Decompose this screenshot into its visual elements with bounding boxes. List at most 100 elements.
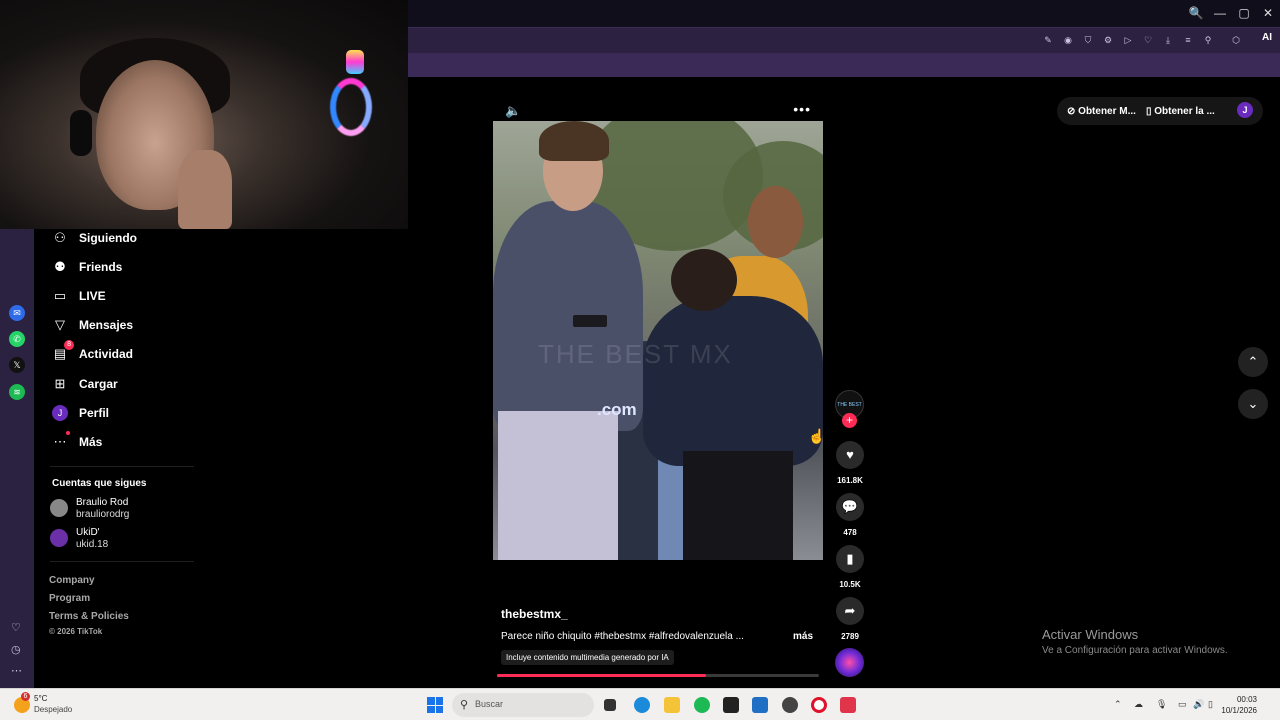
heart-icon[interactable]: ♡ [1142,34,1154,46]
close-button[interactable]: ✕ [1258,6,1278,20]
more-icon[interactable]: ⋯ [11,664,22,677]
nav-label: LIVE [79,289,106,303]
nav-label: Friends [79,260,123,274]
video-player[interactable]: .com THE BEST MX [493,121,823,560]
nav-activity[interactable]: ▤ 8 Actividad [52,340,134,365]
followed-account[interactable]: Braulio Rod brauliorodrg [50,497,129,521]
download-icon[interactable]: ⤓ [1162,34,1174,46]
chevron-up-icon[interactable]: ⌃ [1114,699,1122,710]
opera-sidebar: ✉ ✆ 𝕏 ≋ ♡ ◷ ⋯ [0,229,34,688]
follow-plus-button[interactable]: + [842,413,857,428]
comment-button[interactable]: 💬 [836,493,864,521]
watermark: THE BEST MX [538,339,733,369]
account-name: Braulio Rod [76,497,129,508]
clock-date[interactable]: 10/1/2026 [1221,706,1257,715]
bookmark-icon: ▮ [846,551,854,566]
task-view-icon[interactable] [604,699,616,711]
opera-icon[interactable] [811,697,827,713]
ai-button[interactable]: AI [1262,32,1272,43]
volume-icon[interactable]: 🔈 [505,103,521,119]
followed-account[interactable]: UkiD' ukid.18 [50,527,108,551]
headset [70,110,92,156]
search-placeholder: Buscar [475,699,504,709]
edge-icon[interactable] [634,697,650,713]
cube-icon[interactable]: ⬡ [1230,34,1242,46]
windows-taskbar: 6 5°C Despejado ⚲ Buscar ⌃ ☁ 🎙 ▭ 🔊 ▯ 00:… [0,688,1280,720]
get-app-label-1: Obtener M... [1078,105,1136,117]
get-app-label-2: Obtener la ... [1154,105,1215,117]
get-app-button-1[interactable]: ⊘ Obtener M... [1067,106,1136,117]
nav-messages[interactable]: ▽ Mensajes [52,314,133,336]
video-progress-bar[interactable] [497,674,819,677]
edit-icon[interactable]: ✎ [1042,34,1054,46]
like-button[interactable]: ♥ [836,441,864,469]
share-button[interactable]: ➦ [836,597,864,625]
app-icon[interactable] [840,697,856,713]
weather-badge: 6 [21,692,30,701]
person-head [748,186,803,258]
video-author[interactable]: thebestmx_ [501,607,568,621]
camera-icon[interactable]: ◉ [1062,34,1074,46]
save-button[interactable]: ▮ [836,545,864,573]
avatar[interactable]: J [1237,102,1253,118]
nav-upload[interactable]: ⊞ Cargar [52,373,118,395]
cloud-icon[interactable]: ☁ [1134,699,1143,710]
activity-badge: 8 [64,340,74,350]
next-video-button[interactable]: ⌄ [1238,389,1268,419]
clock-time[interactable]: 00:03 [1221,695,1257,704]
volume-icon[interactable]: 🔊 [1193,699,1204,710]
previous-video-button[interactable]: ⌃ [1238,347,1268,377]
comment-count: 478 [843,528,857,537]
avatar [50,529,68,547]
nav-label: Cargar [79,377,118,391]
music-disc-icon[interactable] [835,648,864,677]
shield-icon[interactable]: ⛉ [1082,34,1094,46]
taskbar-search[interactable]: ⚲ Buscar [452,693,594,717]
footer-link-program[interactable]: Program [49,593,90,604]
maximize-button[interactable]: ▢ [1234,6,1254,20]
microphone-icon[interactable]: 🎙 [1156,699,1167,710]
streamer-hand [178,150,232,229]
heart-icon[interactable]: ♡ [11,621,21,634]
account-name: UkiD' [76,527,100,538]
ai-content-label: Incluye contenido multimedia generado po… [501,650,674,665]
spotify-icon[interactable]: ≋ [9,384,25,400]
extensions-icon[interactable]: ⚙ [1102,34,1114,46]
obs-icon[interactable] [782,697,798,713]
nav-live[interactable]: ▭ LIVE [52,285,106,307]
share-count: 2789 [841,632,859,641]
profile-icon[interactable]: ⚲ [1202,34,1214,46]
get-app-button-2[interactable]: ▯ Obtener la ... [1146,106,1215,117]
nav-friends[interactable]: ⚉ Friends [52,256,122,278]
person-head [671,249,737,311]
nvidia-icon[interactable] [723,697,739,713]
like-count: 161.8K [837,476,863,485]
history-icon[interactable]: ◷ [11,643,21,656]
file-explorer-icon[interactable] [664,697,680,713]
network-icon[interactable]: ▭ [1178,699,1187,710]
whatsapp-icon[interactable]: ✆ [9,331,25,347]
nav-label: Actividad [79,347,134,361]
footer-link-terms[interactable]: Terms & Policies [49,611,129,622]
messenger-icon[interactable]: ✉ [9,305,25,321]
nav-profile[interactable]: J Perfil [52,402,109,424]
tiktok-sidebar: ⚇ Siguiendo ⚉ Friends ▭ LIVE ▽ Mensajes … [34,229,204,688]
nav-label: Mensajes [79,318,134,332]
battery-icon[interactable]: ▯ [1208,699,1213,710]
person-legs [683,451,793,560]
footer-link-company[interactable]: Company [49,575,95,586]
more-description-link[interactable]: más [793,631,813,642]
menu-icon[interactable]: ≡ [1182,34,1194,46]
nav-more[interactable]: ⋯ Más [52,431,102,453]
heart-icon: ♥ [846,447,854,462]
spotify-icon[interactable] [694,697,710,713]
store-icon[interactable] [752,697,768,713]
avatar: J [52,405,68,421]
search-icon[interactable]: 🔍 [1186,6,1206,20]
play-icon[interactable]: ▷ [1122,34,1134,46]
minimize-button[interactable]: — [1210,6,1230,20]
x-icon[interactable]: 𝕏 [9,357,25,373]
start-button[interactable] [427,697,443,713]
more-options-icon[interactable]: ••• [793,101,811,117]
nav-following[interactable]: ⚇ Siguiendo [52,227,137,249]
